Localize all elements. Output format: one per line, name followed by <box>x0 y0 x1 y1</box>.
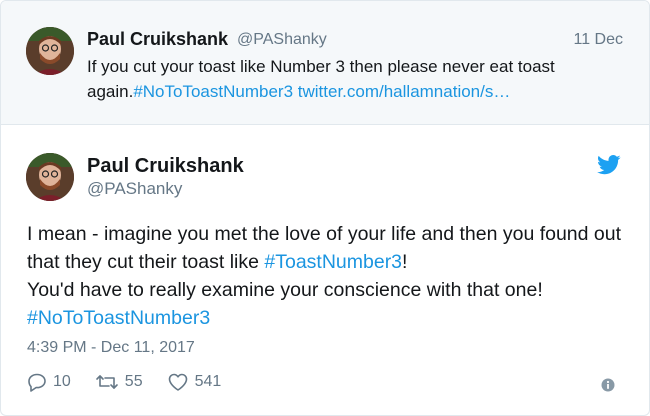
parent-tweet[interactable]: Paul Cruikshank @PAShanky 11 Dec If you … <box>1 1 649 125</box>
author-name[interactable]: Paul Cruikshank <box>87 29 228 50</box>
author-handle[interactable]: @PAShanky <box>87 179 182 199</box>
tweet-text-line2: You'd have to really examine your consci… <box>27 279 543 301</box>
retweet-icon <box>95 375 118 389</box>
info-icon[interactable] <box>601 378 615 392</box>
reply-count: 10 <box>53 373 71 390</box>
tweet-text: If you cut your toast like Number 3 then… <box>87 54 627 104</box>
avatar[interactable] <box>26 153 74 201</box>
tweet-timestamp[interactable]: 4:39 PM - Dec 11, 2017 <box>27 339 195 357</box>
tweet-embed-card: Paul Cruikshank @PAShanky 11 Dec If you … <box>0 0 650 416</box>
like-button[interactable]: 541 <box>167 372 222 392</box>
hashtag-link[interactable]: #NoToToastNumber3 <box>133 82 293 101</box>
retweet-count: 55 <box>124 373 143 390</box>
avatar[interactable] <box>26 27 74 75</box>
author-handle[interactable]: @PAShanky <box>237 31 327 49</box>
tweet-date[interactable]: 11 Dec <box>573 31 623 49</box>
url-link[interactable]: twitter.com/hallamnation/s… <box>298 82 511 101</box>
reply-button[interactable]: 10 <box>27 372 71 392</box>
like-count: 541 <box>194 373 222 390</box>
hashtag-link[interactable]: #ToastNumber3 <box>264 251 402 273</box>
tweet-text-punct: ! <box>402 251 408 273</box>
like-icon <box>168 373 187 391</box>
tweet-text: I mean - imagine you met the love of you… <box>27 220 637 332</box>
author-name[interactable]: Paul Cruikshank <box>87 155 244 178</box>
twitter-bird-icon[interactable] <box>597 155 621 175</box>
hashtag-link[interactable]: #NoToToastNumber3 <box>27 307 210 329</box>
tweet-actions: 10 55 541 <box>27 372 245 392</box>
reply-icon <box>28 373 46 392</box>
retweet-button[interactable]: 55 <box>95 372 143 392</box>
